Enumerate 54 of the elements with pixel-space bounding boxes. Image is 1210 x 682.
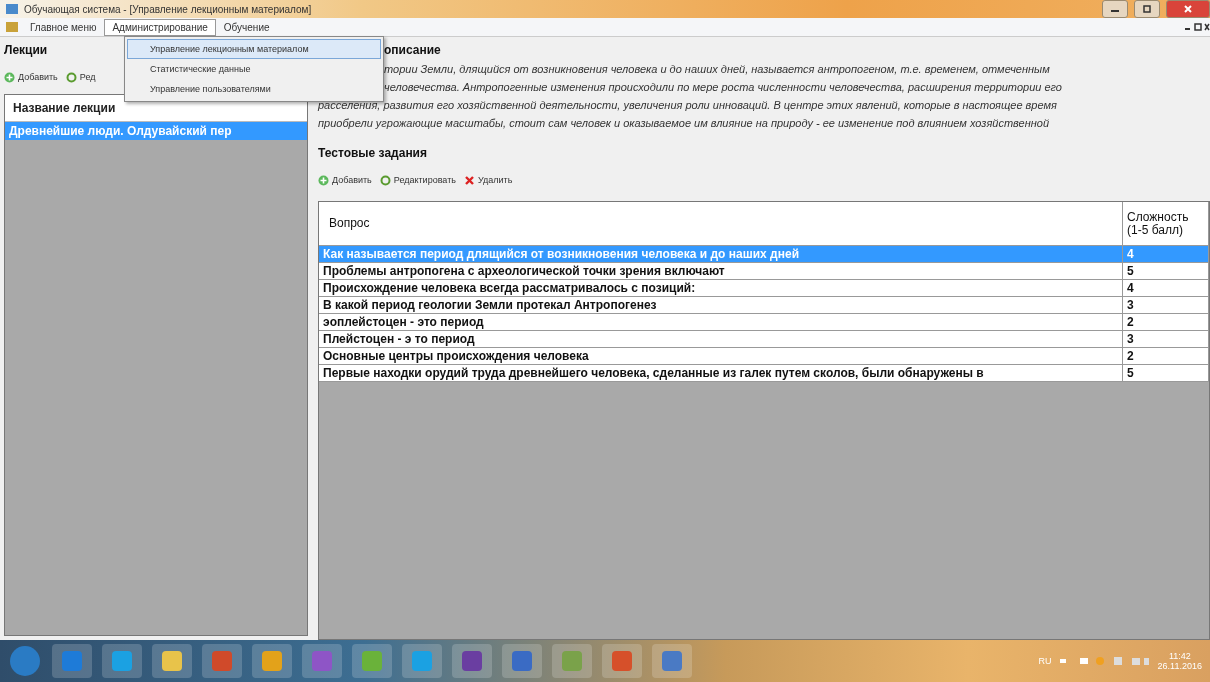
taskbar-app-icon[interactable] xyxy=(202,644,242,678)
table-row[interactable]: Проблемы антропогена с археологической точки зрения включают 5 xyxy=(319,263,1209,280)
table-row[interactable]: Происхождение человека всегда рассматривалось с позиций: 4 xyxy=(319,280,1209,297)
menu-item[interactable]: Статистические данные xyxy=(127,59,381,79)
section-title: Тестовые задания xyxy=(318,146,427,162)
minimize-button[interactable] xyxy=(1102,0,1128,18)
toolbar-button[interactable]: Ред xyxy=(65,71,96,83)
description-line: расселения, развития его хозяйственной деятельности, увеличения роли инноваций. В центре этих явлений, которые в настоящее время xyxy=(318,98,1058,113)
description-line: тории Земли, длящийся от возникновения человека и до наших дней, называется антропогеном, т.е. временем, отмеченным xyxy=(383,62,1051,77)
table-row[interactable]: эоплейстоцен - это период 2 xyxy=(319,314,1209,331)
menu-item[interactable]: Администрирование xyxy=(104,18,216,36)
toolbar-button[interactable]: Добавить xyxy=(318,174,372,186)
taskbar-app-icon[interactable] xyxy=(452,644,492,678)
menu-item[interactable]: Обучение xyxy=(215,18,278,36)
difficulty-cell: 5 xyxy=(1123,365,1209,382)
menu-item[interactable]: Главное меню xyxy=(22,18,105,36)
close-icon xyxy=(1184,5,1192,13)
toolbar-button[interactable]: Удалить xyxy=(463,174,513,186)
plus-icon xyxy=(4,71,15,83)
start-icon[interactable] xyxy=(8,644,42,678)
app-icon xyxy=(6,4,18,14)
plus-icon xyxy=(318,174,329,186)
description-line: приобрели угрожающие масштабы, стоит сам человек и оказываемое им влияние на природу - ее изменение под влиянием хозяйственной xyxy=(318,116,1050,131)
table-row[interactable]: Первые находки орудий труда древнейшего человека, сделанные из галек путем сколов, были обнаружены в 5 xyxy=(319,365,1209,382)
maximize-icon xyxy=(1143,5,1151,13)
maximize-button[interactable] xyxy=(1134,0,1160,18)
taskbar-app-icon[interactable] xyxy=(602,644,642,678)
taskbar-app-icon[interactable] xyxy=(302,644,342,678)
toolbar-button[interactable]: Редактировать xyxy=(379,174,456,186)
section-title: описание xyxy=(383,43,441,59)
clock-date: 26.11.2016 xyxy=(1157,661,1202,671)
taskbar-app-icon[interactable] xyxy=(352,644,392,678)
taskbar-app-icon[interactable] xyxy=(252,644,292,678)
taskbar-app-icon[interactable] xyxy=(502,644,542,678)
description-line: человечества. Антропогенные изменения происходили по мере роста численности человечества, расширения территории его xyxy=(383,80,1063,95)
table-row[interactable]: В какой период геологии Земли протекал Антропогенез 3 xyxy=(319,297,1209,314)
menu-item[interactable]: Управление лекционным материалом xyxy=(127,39,381,59)
question-cell: Первые находки орудий труда древнейшего человека, сделанные из галек путем сколов, были обнаружены в xyxy=(319,365,1123,382)
section-title: Лекции xyxy=(4,43,48,59)
taskbar-app-icon[interactable] xyxy=(402,644,442,678)
taskbar-app-icon[interactable] xyxy=(152,644,192,678)
clock-time: 11:42 xyxy=(1168,651,1191,661)
table-row[interactable]: Плейстоцен - э то период 3 xyxy=(319,331,1209,348)
toolbar-button[interactable]: Добавить xyxy=(4,71,58,83)
app-icon xyxy=(6,22,18,32)
table-row[interactable]: Основные центры происхождения человека 2 xyxy=(319,348,1209,365)
close-button[interactable] xyxy=(1166,0,1210,18)
taskbar-app-icon[interactable] xyxy=(652,644,692,678)
cross-icon xyxy=(463,174,475,186)
window-controls-icon[interactable] xyxy=(1184,22,1210,32)
window-title: Обучающая система - [Управление лекционным материалом] xyxy=(24,3,313,15)
taskbar-app-icon[interactable] xyxy=(102,644,142,678)
taskbar-app-icon[interactable] xyxy=(552,644,592,678)
taskbar-app-icon[interactable] xyxy=(52,644,92,678)
